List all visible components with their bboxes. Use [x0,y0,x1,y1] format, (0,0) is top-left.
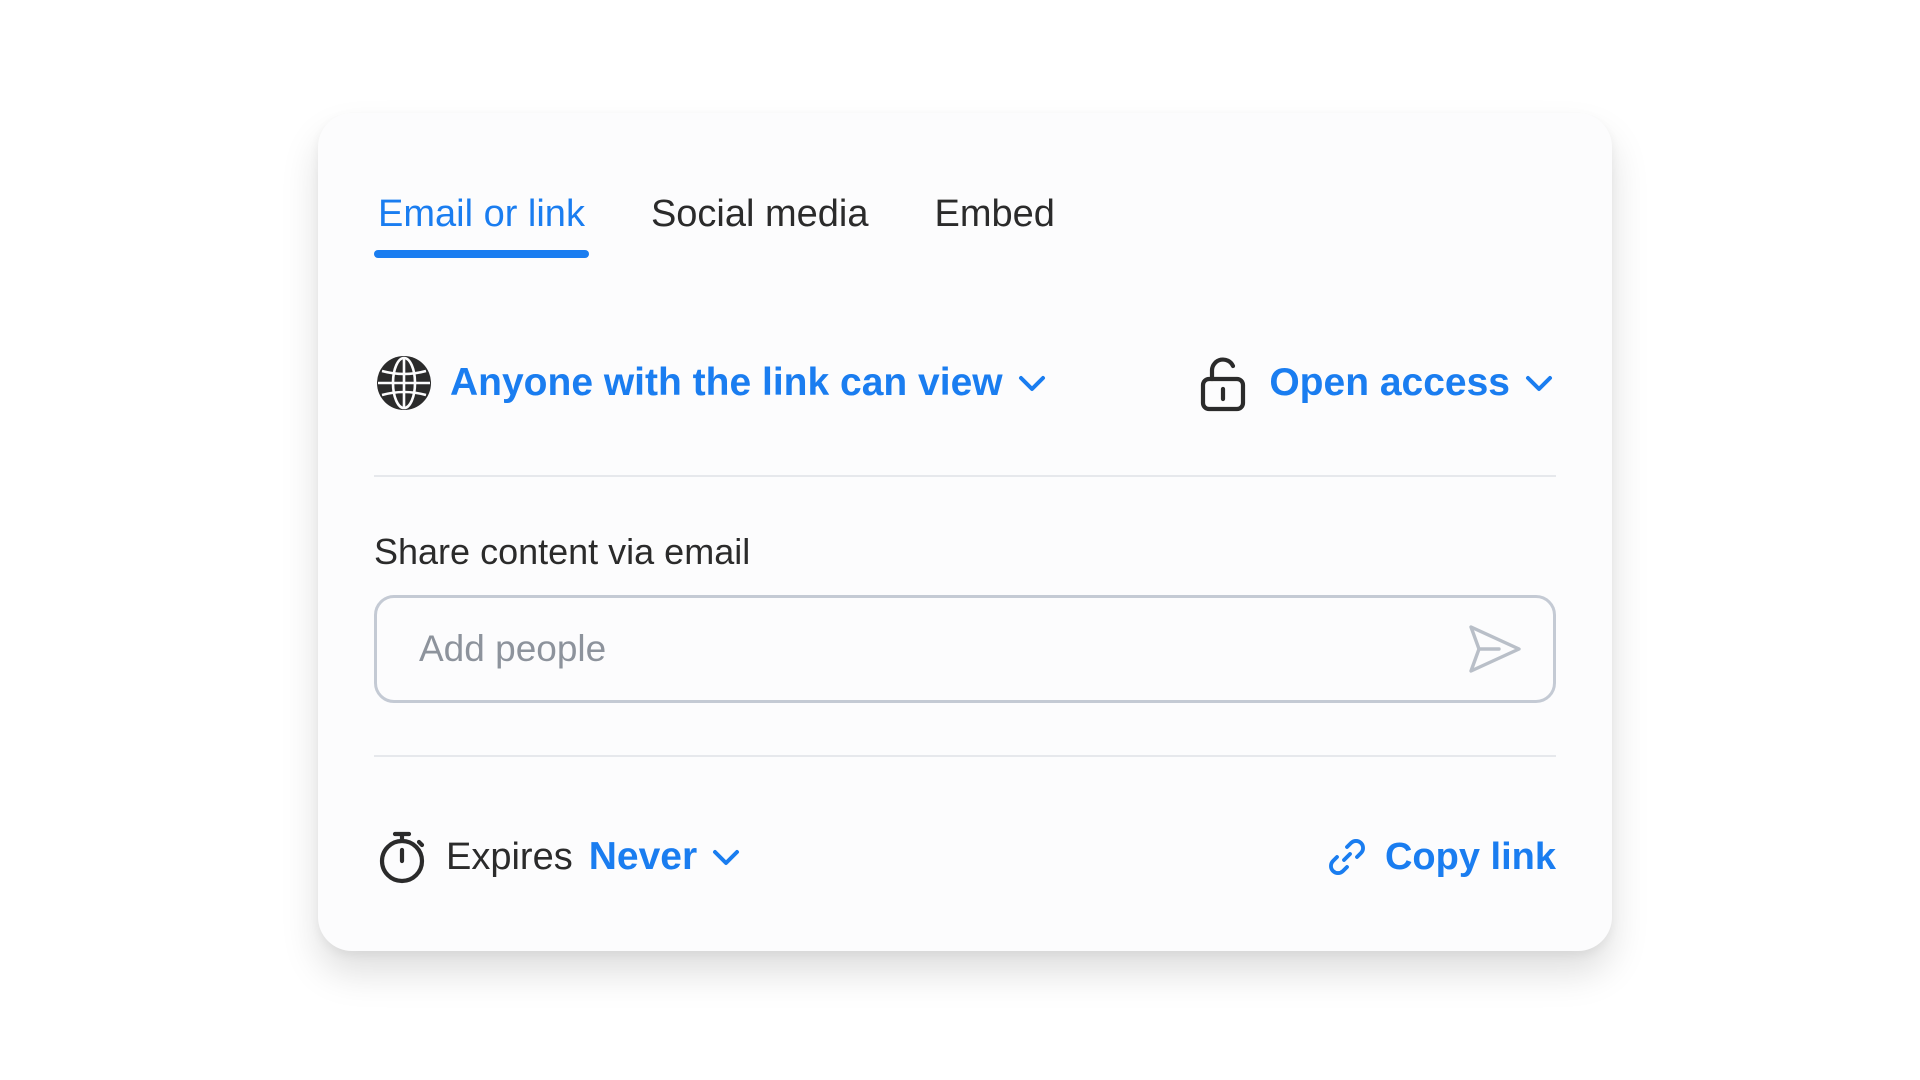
divider [374,475,1556,477]
expires-label: Expires [446,835,573,878]
link-visibility-label: Anyone with the link can view [450,361,1003,404]
chevron-down-icon [1522,366,1556,400]
add-people-input[interactable] [377,597,1463,701]
copy-link-button[interactable]: Copy link [1325,835,1556,879]
chevron-down-icon [709,840,743,874]
globe-icon [374,353,434,413]
tab-social-media[interactable]: Social media [647,193,873,258]
divider [374,755,1556,757]
unlock-icon [1193,353,1253,413]
expiration-control: Expires Never [374,829,743,885]
share-dialog: Email or link Social media Embed Anyone … [318,113,1612,951]
link-visibility-dropdown[interactable]: Anyone with the link can view [374,353,1049,413]
stopwatch-icon [374,829,430,885]
chevron-down-icon [1015,366,1049,400]
send-icon[interactable] [1463,617,1527,681]
tab-email-or-link[interactable]: Email or link [374,193,589,258]
expiration-dropdown[interactable]: Never [589,835,743,879]
tab-embed[interactable]: Embed [931,193,1059,258]
footer-row: Expires Never Copy link [374,827,1556,887]
expiration-value: Never [588,835,698,878]
access-row: Anyone with the link can view Open acces… [374,353,1556,413]
share-tabs: Email or link Social media Embed [374,193,1117,258]
add-people-field [374,595,1556,703]
copy-link-label: Copy link [1384,835,1556,878]
link-icon [1325,835,1369,879]
access-level-dropdown[interactable]: Open access [1193,353,1556,413]
access-level-label: Open access [1269,361,1510,404]
email-section-label: Share content via email [374,531,751,572]
